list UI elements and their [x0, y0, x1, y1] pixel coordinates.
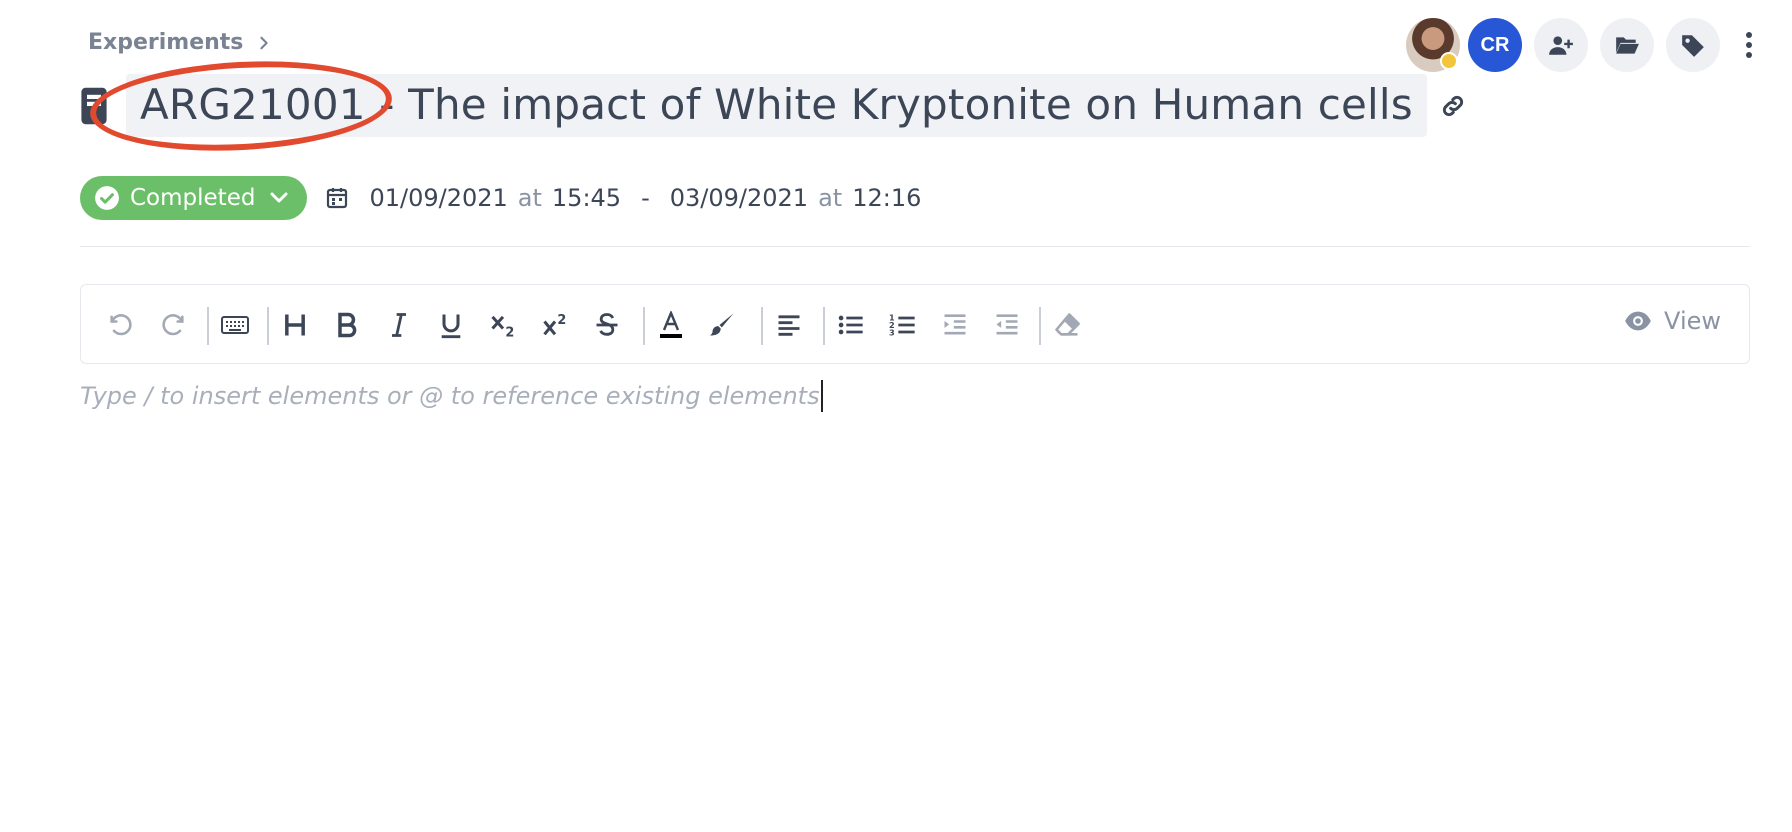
eye-icon [1625, 311, 1651, 331]
indent-icon [944, 314, 966, 335]
svg-text:3: 3 [889, 328, 895, 338]
bulleted-list-icon [838, 315, 863, 335]
header-actions: CR [1406, 18, 1764, 72]
text-color-icon [660, 311, 682, 338]
end-at-word: at [818, 184, 843, 212]
keyboard-icon [221, 316, 249, 334]
outdent-icon [996, 314, 1018, 335]
tags-button[interactable] [1666, 18, 1720, 72]
end-time: 12:16 [852, 184, 922, 212]
paint-brush-icon [710, 313, 734, 336]
eraser-icon [1055, 313, 1080, 336]
align-left-button[interactable] [771, 307, 807, 343]
toolbar-separator [823, 307, 825, 345]
chevron-right-icon [260, 36, 269, 49]
align-left-icon [778, 315, 800, 336]
date-separator: - [641, 184, 650, 212]
heading-icon [285, 314, 305, 336]
svg-text:2: 2 [557, 313, 566, 328]
status-label: Completed [130, 185, 256, 211]
bold-button[interactable] [329, 307, 365, 343]
annotation-red-circle [87, 54, 395, 158]
strikethrough-icon [596, 313, 618, 336]
check-circle-icon [95, 186, 119, 210]
undo-button[interactable] [103, 307, 139, 343]
breadcrumb: Experiments [88, 30, 271, 55]
keyboard-shortcuts-button[interactable] [217, 307, 253, 343]
move-to-folder-button[interactable] [1600, 18, 1654, 72]
heading-button[interactable] [277, 307, 313, 343]
tag-icon [1682, 35, 1704, 57]
more-options-button[interactable] [1734, 18, 1764, 72]
subscript-icon: 2 [491, 315, 514, 339]
editor-toolbar: 2 2 123 View [80, 284, 1750, 364]
bold-icon [338, 312, 357, 338]
chevron-down-icon [270, 192, 288, 203]
status-row: Completed 01/09/2021 at 15:45 - 03/09/20… [80, 176, 921, 220]
user-avatar-photo[interactable] [1406, 18, 1460, 72]
start-time: 15:45 [551, 184, 622, 212]
add-user-icon [1549, 36, 1573, 55]
view-mode-button[interactable]: View [1624, 307, 1721, 335]
user-avatar-initials[interactable]: CR [1468, 18, 1522, 72]
toolbar-separator [267, 307, 269, 345]
underline-icon [441, 314, 461, 339]
add-user-button[interactable] [1534, 18, 1588, 72]
redo-button[interactable] [155, 307, 191, 343]
start-date: 01/09/2021 [369, 184, 508, 212]
kebab-menu-icon [1746, 32, 1752, 58]
redo-icon [162, 314, 184, 336]
text-caret [820, 380, 823, 412]
subscript-button[interactable]: 2 [485, 307, 521, 343]
toolbar-separator [207, 307, 209, 345]
clear-formatting-button[interactable] [1049, 307, 1085, 343]
link-icon[interactable] [1439, 92, 1467, 120]
indent-button[interactable] [937, 307, 973, 343]
editor-content[interactable]: Type / to insert elements or @ to refere… [80, 380, 823, 412]
editor-placeholder: Type / to insert elements or @ to refere… [80, 382, 820, 410]
view-label: View [1664, 307, 1721, 335]
highlight-button[interactable] [705, 307, 741, 343]
italic-icon [392, 313, 406, 337]
bulleted-list-button[interactable] [833, 307, 869, 343]
header-divider [80, 246, 1750, 247]
end-date: 03/09/2021 [669, 184, 809, 212]
status-dropdown[interactable]: Completed [80, 176, 308, 220]
strikethrough-button[interactable] [589, 307, 625, 343]
outdent-button[interactable] [989, 307, 1025, 343]
toolbar-separator [1039, 307, 1041, 345]
calendar-icon [327, 188, 348, 209]
underline-button[interactable] [433, 307, 469, 343]
online-status-dot [1440, 52, 1458, 70]
toolbar-separator [761, 307, 763, 345]
toolbar-separator [643, 307, 645, 345]
start-at-word: at [517, 184, 542, 212]
svg-text:2: 2 [505, 326, 514, 339]
superscript-button[interactable]: 2 [537, 307, 573, 343]
breadcrumb-experiments-link[interactable]: Experiments [88, 30, 243, 55]
superscript-icon: 2 [543, 313, 566, 336]
date-range[interactable]: 01/09/2021 at 15:45 - 03/09/2021 at 12:1… [325, 184, 921, 212]
italic-button[interactable] [381, 307, 417, 343]
numbered-list-button[interactable]: 123 [885, 307, 921, 343]
folder-open-icon [1616, 37, 1639, 54]
numbered-list-icon: 123 [889, 312, 915, 338]
text-color-button[interactable] [653, 307, 689, 343]
undo-icon [110, 314, 132, 336]
